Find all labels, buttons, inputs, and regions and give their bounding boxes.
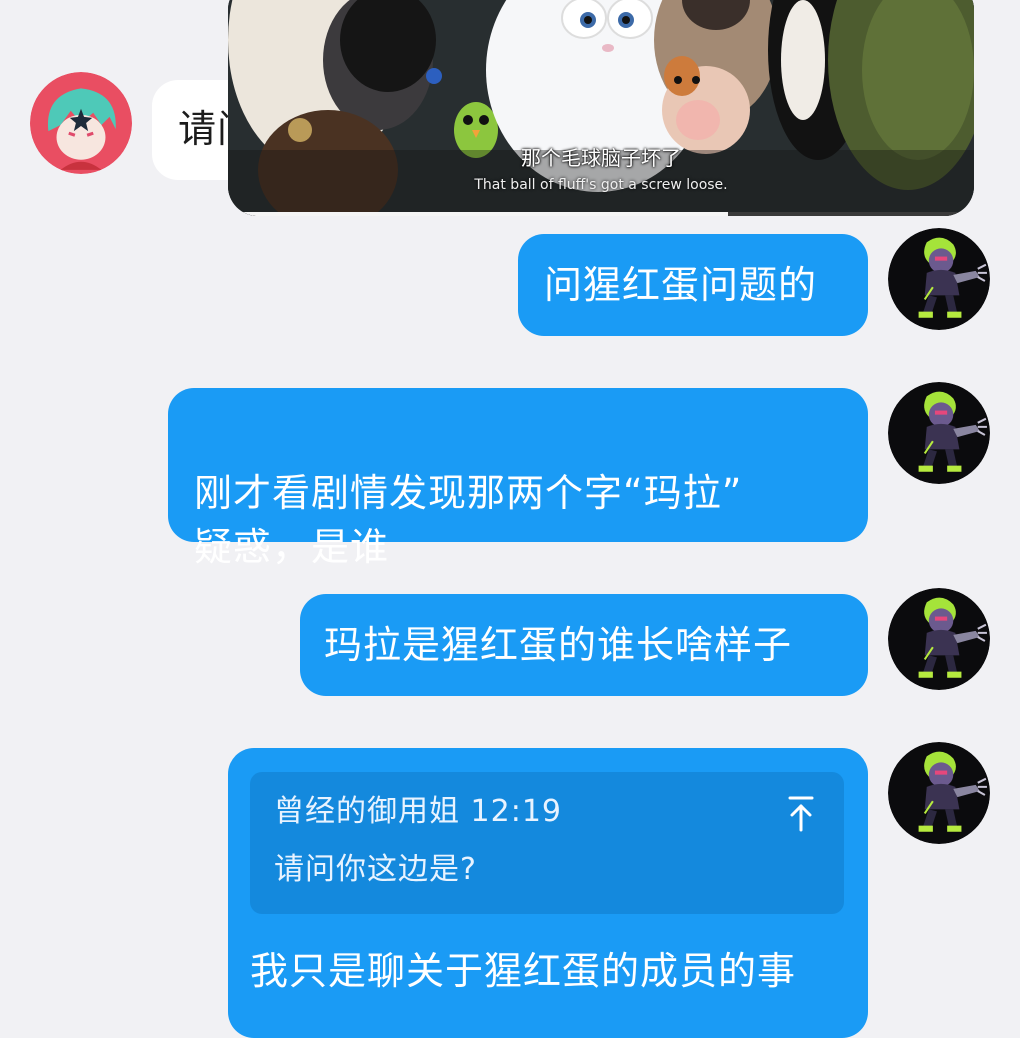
outgoing-message-text: 问猩红蛋问题的 xyxy=(544,263,818,307)
self-avatar[interactable] xyxy=(888,228,990,330)
contact-avatar[interactable] xyxy=(30,72,132,174)
self-avatar[interactable] xyxy=(888,742,990,844)
dark-character-avatar-icon xyxy=(888,228,990,330)
quoted-author-time: 曾经的御用姐 12:19 xyxy=(274,794,562,829)
arrow-up-icon[interactable] xyxy=(786,794,816,834)
floating-video-player[interactable]: 那个毛球脑子坏了 That ball of fluff's got a scre… xyxy=(228,0,974,216)
outgoing-message-text: 刚才看剧情发现那两个字“玛拉” 疑惑，是谁 xyxy=(194,471,743,569)
dark-character-avatar-icon xyxy=(888,742,990,844)
outgoing-message-bubble[interactable]: 玛拉是猩红蛋的谁长啥样子 xyxy=(300,594,868,696)
video-progress-fill xyxy=(228,212,728,216)
video-subtitle-english: That ball of fluff's got a screw loose. xyxy=(474,177,728,193)
video-subtitle-chinese: 那个毛球脑子坏了 xyxy=(521,146,681,170)
video-progress-track[interactable] xyxy=(228,212,974,216)
dark-character-avatar-icon xyxy=(888,588,990,690)
reply-message-text: 我只是聊关于猩红蛋的成员的事 xyxy=(250,949,797,993)
anime-girl-avatar-icon xyxy=(30,72,132,174)
outgoing-message-text: 玛拉是猩红蛋的谁长啥样子 xyxy=(324,623,793,667)
outgoing-message-bubble[interactable]: 刚才看剧情发现那两个字“玛拉” 疑惑，是谁 xyxy=(168,388,868,569)
self-avatar[interactable] xyxy=(888,588,990,690)
reply-message-bubble[interactable]: 曾经的御用姐 12:19 请问你这边是? 我只是聊关于猩红蛋的成员的事 xyxy=(228,748,868,1038)
outgoing-message-bubble[interactable]: 问猩红蛋问题的 xyxy=(518,234,868,336)
dark-character-avatar-icon xyxy=(888,382,990,484)
quoted-text: 请问你这边是? xyxy=(274,852,477,887)
self-avatar[interactable] xyxy=(888,382,990,484)
quoted-message[interactable]: 曾经的御用姐 12:19 请问你这边是? xyxy=(250,772,844,914)
